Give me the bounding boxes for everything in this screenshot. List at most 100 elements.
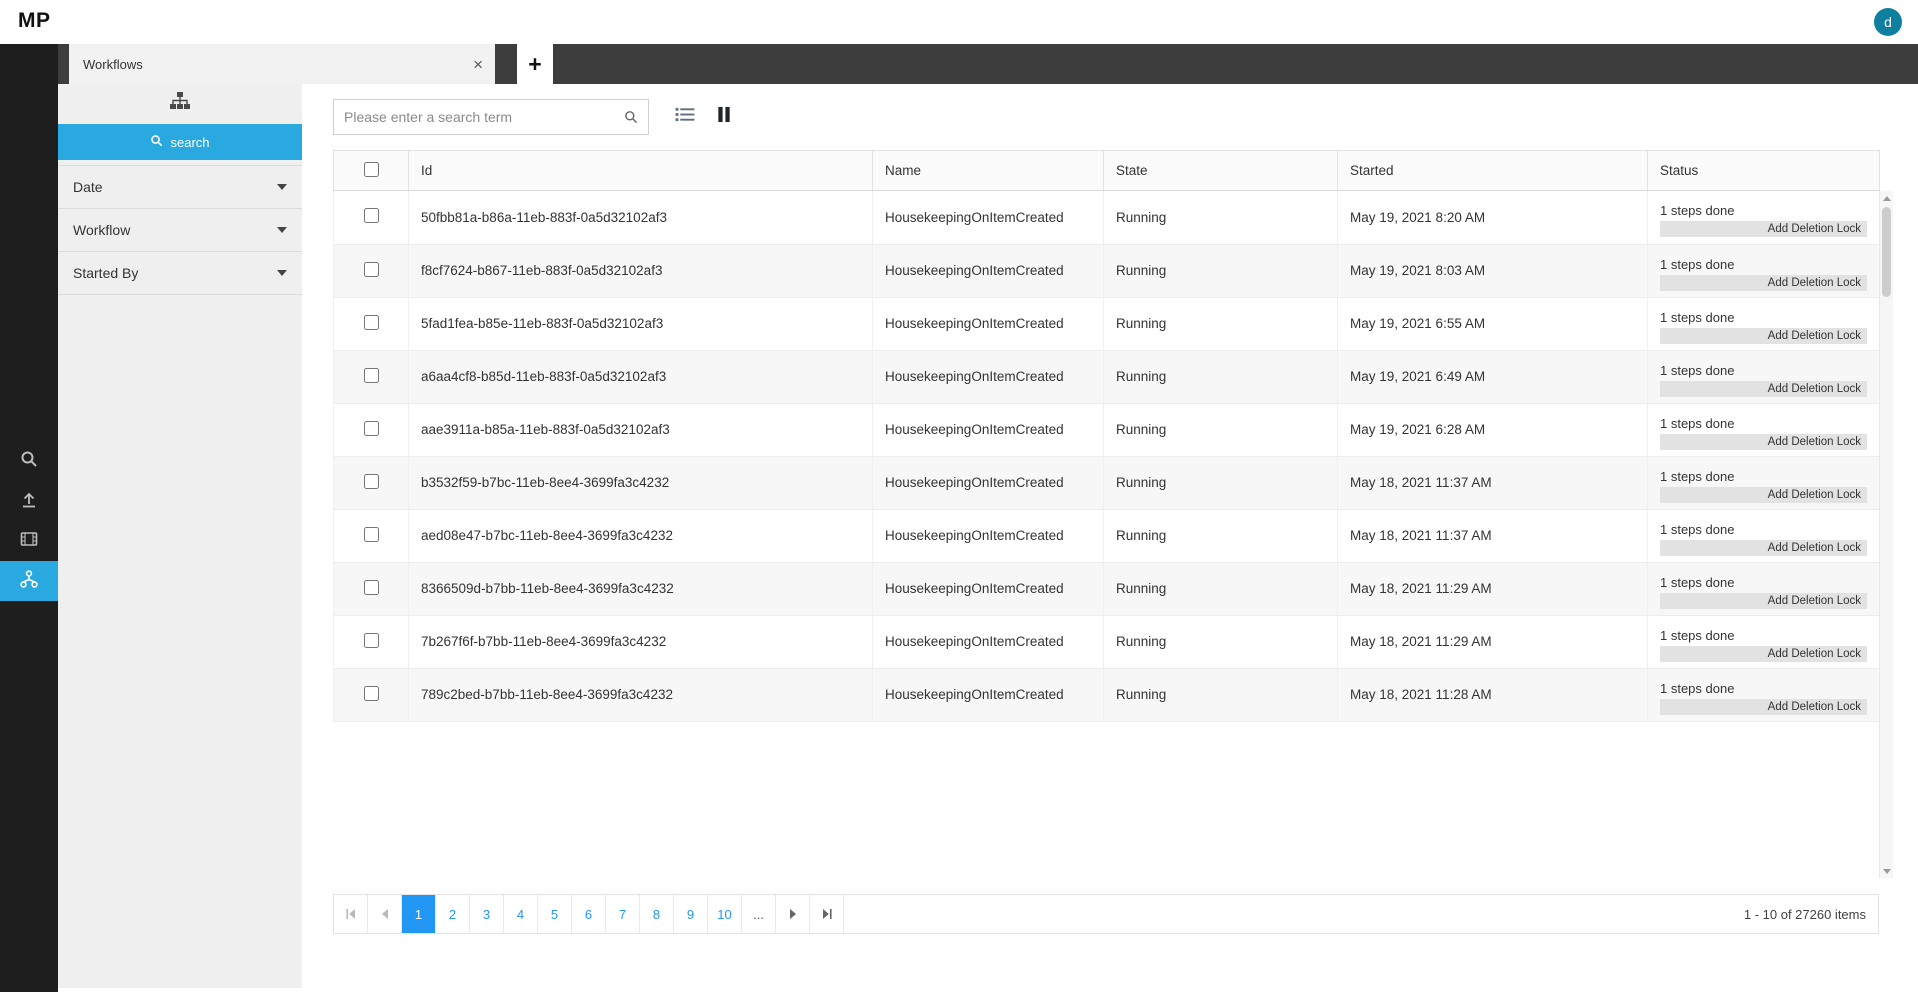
cell-name: HousekeepingOnItemCreated	[872, 191, 1104, 245]
triangle-down-icon	[1882, 868, 1891, 874]
pager-page-2[interactable]: 2	[436, 895, 470, 933]
top-bar: MP d	[0, 0, 1918, 44]
row-checkbox[interactable]	[363, 473, 379, 489]
app-logo: MP	[18, 9, 51, 32]
pager-page-9[interactable]: 9	[674, 895, 708, 933]
pager-next-button[interactable]	[776, 895, 810, 933]
filter-section-workflow[interactable]: Workflow	[58, 209, 302, 252]
hierarchy-view-button[interactable]	[58, 86, 302, 120]
cell-status: 1 steps done Add Deletion Lock	[1647, 668, 1880, 722]
cell-status: 1 steps done Add Deletion Lock	[1647, 403, 1880, 457]
select-all-checkbox[interactable]	[363, 161, 379, 177]
filter-section-label: Date	[73, 179, 103, 195]
main-content: Id Name State Started Status 50fbb81a-b8…	[302, 84, 1918, 992]
cell-state: Running	[1103, 668, 1338, 722]
add-deletion-lock-bar[interactable]: Add Deletion Lock	[1660, 698, 1867, 715]
add-deletion-lock-bar[interactable]: Add Deletion Lock	[1660, 433, 1867, 450]
rail-item-upload[interactable]	[0, 481, 58, 521]
row-checkbox[interactable]	[363, 579, 379, 595]
row-checkbox[interactable]	[363, 526, 379, 542]
cell-name: HousekeepingOnItemCreated	[872, 562, 1104, 616]
rail-item-search[interactable]	[0, 441, 58, 481]
pager-page-6[interactable]: 6	[572, 895, 606, 933]
pause-button[interactable]	[717, 106, 731, 128]
add-deletion-lock-bar[interactable]: Add Deletion Lock	[1660, 221, 1867, 238]
filter-section-date[interactable]: Date	[58, 166, 302, 209]
cell-checkbox	[333, 615, 409, 669]
row-checkbox[interactable]	[363, 367, 379, 383]
workflow-icon	[19, 569, 39, 594]
cell-id: 789c2bed-b7bb-11eb-8ee4-3699fa3c4232	[408, 668, 873, 722]
tab-label: Workflows	[83, 56, 143, 72]
cell-started: May 18, 2021 11:28 AM	[1337, 668, 1648, 722]
cell-name: HousekeepingOnItemCreated	[872, 244, 1104, 298]
search-button[interactable]: search	[58, 124, 302, 160]
user-avatar[interactable]: d	[1874, 8, 1902, 36]
grid-header-table: Id Name State Started Status	[333, 150, 1880, 191]
filter-section-label: Started By	[73, 265, 139, 281]
tab-close-icon[interactable]: ×	[473, 56, 483, 73]
cell-id: f8cf7624-b867-11eb-883f-0a5d32102af3	[408, 244, 873, 298]
pager-page-8[interactable]: 8	[640, 895, 674, 933]
add-deletion-lock-bar[interactable]: Add Deletion Lock	[1660, 645, 1867, 662]
cell-checkbox	[333, 244, 409, 298]
triangle-up-icon	[1882, 195, 1891, 201]
pager-prev-button[interactable]	[368, 895, 402, 933]
row-checkbox[interactable]	[363, 632, 379, 648]
list-view-button[interactable]	[674, 106, 696, 128]
add-deletion-lock-bar[interactable]: Add Deletion Lock	[1660, 592, 1867, 609]
column-header-id[interactable]: Id	[408, 150, 873, 191]
chevron-down-icon	[277, 184, 287, 190]
add-deletion-lock-bar[interactable]: Add Deletion Lock	[1660, 327, 1867, 344]
new-tab-button[interactable]: +	[517, 44, 553, 84]
pager-last-button[interactable]	[810, 895, 844, 933]
pause-icon	[717, 106, 731, 128]
cell-id: 8366509d-b7bb-11eb-8ee4-3699fa3c4232	[408, 562, 873, 616]
rail-item-media[interactable]	[0, 521, 58, 561]
pager-page-3[interactable]: 3	[470, 895, 504, 933]
scrollbar-up-arrow[interactable]	[1880, 191, 1893, 205]
filter-section-started-by[interactable]: Started By	[58, 252, 302, 295]
pager-first-button[interactable]	[334, 895, 368, 933]
row-checkbox[interactable]	[363, 314, 379, 330]
column-header-status[interactable]: Status	[1647, 150, 1880, 191]
add-deletion-lock-bar[interactable]: Add Deletion Lock	[1660, 486, 1867, 503]
table-row: aae3911a-b85a-11eb-883f-0a5d32102af3 Hou…	[333, 403, 1880, 457]
row-checkbox[interactable]	[363, 208, 379, 224]
row-checkbox[interactable]	[363, 685, 379, 701]
search-box	[333, 99, 649, 135]
pager-ellipsis[interactable]: ...	[742, 895, 776, 933]
pager-page-7[interactable]: 7	[606, 895, 640, 933]
upload-icon	[19, 489, 39, 514]
cell-started: May 19, 2021 8:03 AM	[1337, 244, 1648, 298]
row-checkbox[interactable]	[363, 420, 379, 436]
cell-checkbox	[333, 297, 409, 351]
steps-done-label: 1 steps done	[1660, 680, 1735, 696]
scrollbar-thumb[interactable]	[1882, 207, 1891, 297]
column-header-state[interactable]: State	[1103, 150, 1338, 191]
column-header-started[interactable]: Started	[1337, 150, 1648, 191]
vertical-scrollbar[interactable]	[1879, 191, 1893, 878]
steps-done-label: 1 steps done	[1660, 203, 1735, 219]
cell-id: a6aa4cf8-b85d-11eb-883f-0a5d32102af3	[408, 350, 873, 404]
add-deletion-lock-bar[interactable]: Add Deletion Lock	[1660, 274, 1867, 291]
search-submit-button[interactable]	[614, 100, 648, 134]
search-input[interactable]	[334, 100, 614, 134]
pager-page-4[interactable]: 4	[504, 895, 538, 933]
steps-done-label: 1 steps done	[1660, 256, 1735, 272]
scrollbar-down-arrow[interactable]	[1880, 864, 1893, 878]
rail-item-workflows[interactable]	[0, 561, 58, 601]
table-row: f8cf7624-b867-11eb-883f-0a5d32102af3 Hou…	[333, 244, 1880, 298]
cell-name: HousekeepingOnItemCreated	[872, 456, 1104, 510]
add-deletion-lock-bar[interactable]: Add Deletion Lock	[1660, 539, 1867, 556]
tab-strip: Workflows × +	[58, 44, 1918, 84]
column-header-name[interactable]: Name	[872, 150, 1104, 191]
pager-page-5[interactable]: 5	[538, 895, 572, 933]
row-checkbox[interactable]	[363, 261, 379, 277]
pager-page-1[interactable]: 1	[402, 895, 436, 933]
cell-state: Running	[1103, 191, 1338, 245]
pager-page-10[interactable]: 10	[708, 895, 742, 933]
tab-workflows[interactable]: Workflows ×	[69, 44, 495, 84]
add-deletion-lock-bar[interactable]: Add Deletion Lock	[1660, 380, 1867, 397]
table-row: 8366509d-b7bb-11eb-8ee4-3699fa3c4232 Hou…	[333, 562, 1880, 616]
